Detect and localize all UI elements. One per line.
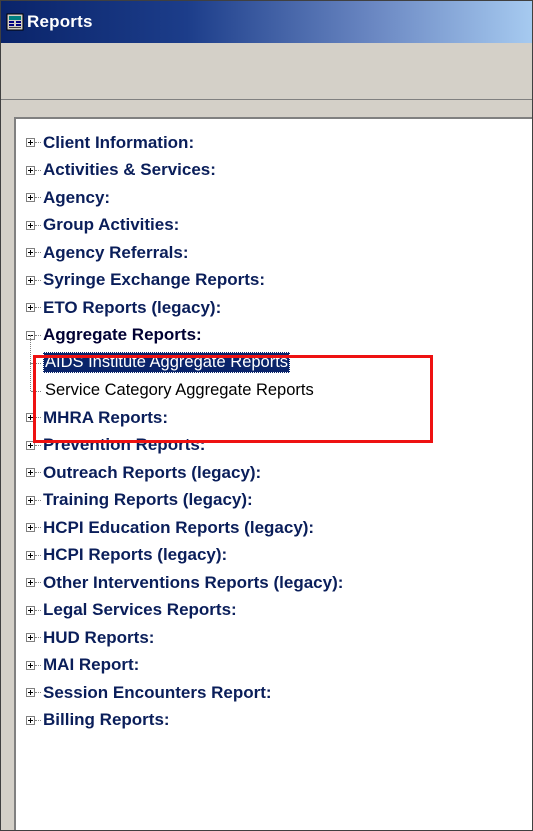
tree-connector	[35, 527, 41, 529]
reports-window: Reports Client Information: Activities &…	[0, 0, 533, 831]
reports-tree-panel[interactable]: Client Information: Activities & Service…	[14, 117, 532, 830]
tree-connector	[35, 307, 41, 309]
toolbar-area	[1, 43, 532, 100]
expand-plus-icon[interactable]	[26, 413, 35, 423]
expand-plus-icon[interactable]	[26, 523, 35, 533]
expand-plus-icon[interactable]	[26, 715, 35, 725]
window-title: Reports	[27, 12, 93, 31]
tree-node-label[interactable]: HCPI Reports (legacy):	[43, 545, 227, 565]
tree-node-label[interactable]: HUD Reports:	[43, 628, 154, 648]
tree-connector	[35, 637, 41, 639]
expand-plus-icon[interactable]	[26, 605, 35, 615]
tree-node-eto-reports[interactable]: ETO Reports (legacy):	[26, 294, 532, 322]
expand-plus-icon[interactable]	[26, 193, 35, 203]
reports-tree: Client Information: Activities & Service…	[26, 129, 532, 735]
tree-node-label[interactable]: HCPI Education Reports (legacy):	[43, 518, 314, 538]
expand-plus-icon[interactable]	[26, 468, 35, 478]
tree-child-label[interactable]: Service Category Aggregate Reports	[43, 380, 316, 401]
tree-child-service-category-aggregate-reports[interactable]: Service Category Aggregate Reports	[26, 362, 532, 405]
expand-plus-icon[interactable]	[26, 495, 35, 505]
tree-node-label[interactable]: Session Encounters Report:	[43, 683, 272, 703]
expand-plus-icon[interactable]	[26, 633, 35, 643]
expand-plus-icon[interactable]	[26, 248, 35, 258]
tree-node-label[interactable]: Legal Services Reports:	[43, 600, 237, 620]
tree-node-syringe-exchange-reports[interactable]: Syringe Exchange Reports:	[26, 267, 532, 295]
tree-node-label[interactable]: Client Information:	[43, 133, 194, 153]
tree-child-aids-institute-aggregate-reports[interactable]: AIDS Institute Aggregate Reports	[26, 335, 532, 377]
tree-connector	[35, 582, 41, 584]
tree-node-activities-services[interactable]: Activities & Services:	[26, 157, 532, 185]
tree-node-client-information[interactable]: Client Information:	[26, 129, 532, 157]
tree-connector	[35, 169, 41, 171]
tree-node-label[interactable]: MHRA Reports:	[43, 408, 168, 428]
expand-plus-icon[interactable]	[26, 303, 35, 313]
tree-connector	[35, 444, 41, 446]
tree-connector	[35, 142, 41, 144]
tree-node-label[interactable]: Prevention Reports:	[43, 435, 205, 455]
tree-child-label-selected[interactable]: AIDS Institute Aggregate Reports	[43, 352, 291, 374]
tree-connector	[35, 664, 41, 666]
tree-node-label[interactable]: Group Activities:	[43, 215, 179, 235]
expand-plus-icon[interactable]	[26, 578, 35, 588]
tree-node-label[interactable]: Agency Referrals:	[43, 243, 189, 263]
tree-connector	[30, 362, 31, 391]
tree-node-label[interactable]: Billing Reports:	[43, 710, 170, 730]
tree-connector	[35, 417, 41, 419]
tree-node-label[interactable]: Other Interventions Reports (legacy):	[43, 573, 343, 593]
tree-node-group-activities[interactable]: Group Activities:	[26, 212, 532, 240]
tree-connector	[35, 472, 41, 474]
expand-plus-icon[interactable]	[26, 660, 35, 670]
tree-connector	[35, 499, 41, 501]
tree-node-agency[interactable]: Agency:	[26, 184, 532, 212]
tree-connector	[31, 363, 41, 364]
tree-connector	[35, 279, 41, 281]
tree-node-training-reports[interactable]: Training Reports (legacy):	[26, 487, 532, 515]
tree-connector	[35, 609, 41, 611]
expand-plus-icon[interactable]	[26, 275, 35, 285]
tree-node-label[interactable]: Outreach Reports (legacy):	[43, 463, 261, 483]
expand-plus-icon[interactable]	[26, 165, 35, 175]
tree-connector	[35, 224, 41, 226]
tree-node-label[interactable]: Aggregate Reports:	[43, 325, 202, 345]
tree-node-label[interactable]: Activities & Services:	[43, 160, 216, 180]
expand-plus-icon[interactable]	[26, 550, 35, 560]
tree-node-session-encounters-report[interactable]: Session Encounters Report:	[26, 679, 532, 707]
reports-app-icon	[6, 13, 24, 31]
expand-plus-icon[interactable]	[26, 138, 35, 148]
tree-node-label[interactable]: Training Reports (legacy):	[43, 490, 253, 510]
tree-node-agency-referrals[interactable]: Agency Referrals:	[26, 239, 532, 267]
tree-node-aggregate-reports[interactable]: Aggregate Reports:	[26, 322, 532, 350]
tree-node-label[interactable]: Agency:	[43, 188, 110, 208]
tree-node-hcpi-reports[interactable]: HCPI Reports (legacy):	[26, 542, 532, 570]
tree-node-other-interventions-reports[interactable]: Other Interventions Reports (legacy):	[26, 569, 532, 597]
title-bar[interactable]: Reports	[1, 1, 532, 43]
tree-node-billing-reports[interactable]: Billing Reports:	[26, 707, 532, 735]
tree-connector	[31, 390, 41, 392]
tree-node-outreach-reports[interactable]: Outreach Reports (legacy):	[26, 459, 532, 487]
tree-node-mai-report[interactable]: MAI Report:	[26, 652, 532, 680]
tree-connector	[35, 554, 41, 556]
tree-node-prevention-reports[interactable]: Prevention Reports:	[26, 432, 532, 460]
tree-connector	[35, 719, 41, 721]
tree-connector	[30, 335, 31, 363]
tree-node-hcpi-education-reports[interactable]: HCPI Education Reports (legacy):	[26, 514, 532, 542]
tree-node-label[interactable]: MAI Report:	[43, 655, 139, 675]
tree-connector	[35, 197, 41, 199]
tree-node-hud-reports[interactable]: HUD Reports:	[26, 624, 532, 652]
tree-node-label[interactable]: Syringe Exchange Reports:	[43, 270, 265, 290]
tree-node-label[interactable]: ETO Reports (legacy):	[43, 298, 221, 318]
tree-node-mhra-reports[interactable]: MHRA Reports:	[26, 404, 532, 432]
expand-plus-icon[interactable]	[26, 220, 35, 230]
tree-connector	[35, 252, 41, 254]
tree-node-legal-services-reports[interactable]: Legal Services Reports:	[26, 597, 532, 625]
expand-plus-icon[interactable]	[26, 688, 35, 698]
expand-plus-icon[interactable]	[26, 440, 35, 450]
tree-connector	[35, 334, 41, 336]
tree-connector	[35, 692, 41, 694]
